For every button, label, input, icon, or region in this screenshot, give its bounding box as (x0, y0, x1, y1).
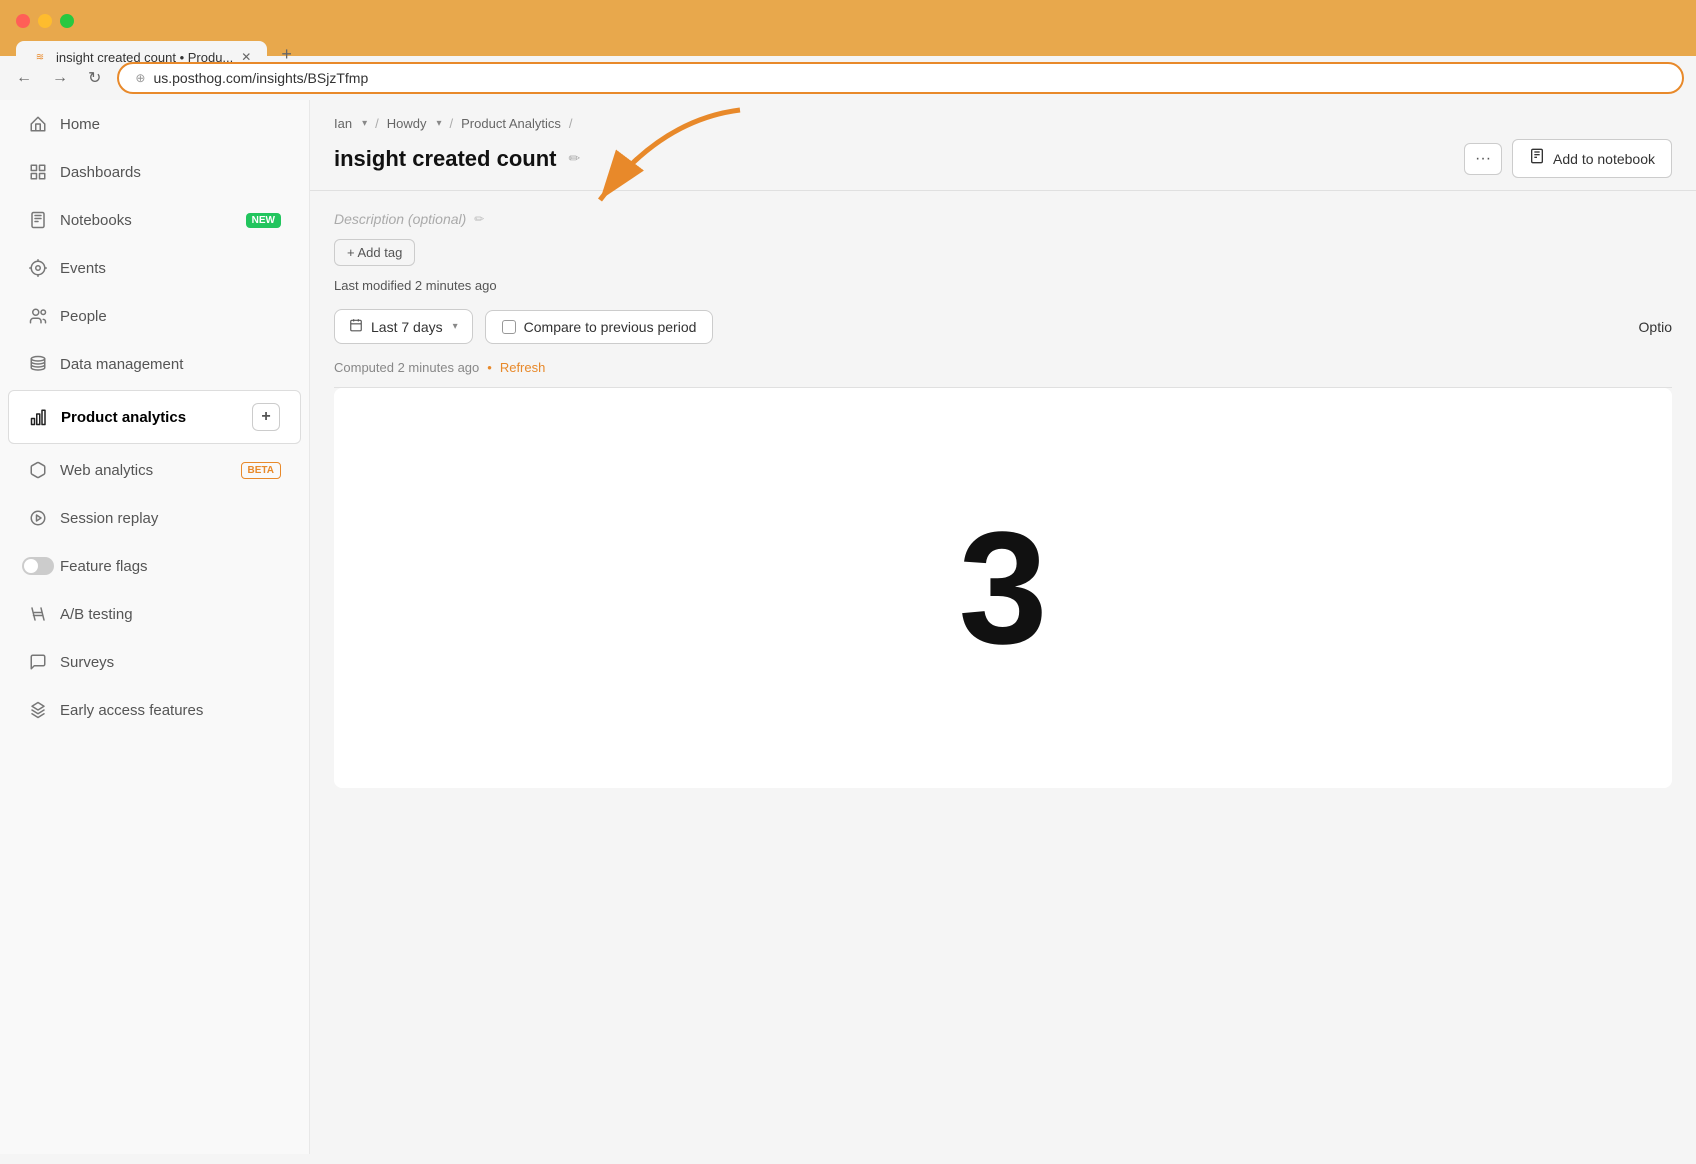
sidebar-item-product-analytics[interactable]: Product analytics + (8, 390, 301, 444)
date-range-button[interactable]: Last 7 days ▾ (334, 309, 473, 344)
back-button[interactable]: ← (12, 65, 36, 91)
sidebar-label-dashboards: Dashboards (60, 164, 141, 181)
refresh-button[interactable]: Refresh (500, 360, 546, 375)
notebooks-icon (28, 210, 48, 230)
sidebar-label-surveys: Surveys (60, 654, 114, 671)
people-icon (28, 306, 48, 326)
sidebar-item-early-access[interactable]: Early access features (8, 688, 301, 732)
sidebar-label-data-management: Data management (60, 356, 183, 373)
date-range-chevron: ▾ (453, 321, 458, 332)
sidebar-item-dashboards[interactable]: Dashboards (8, 150, 301, 194)
web-analytics-icon (28, 460, 48, 480)
compare-label: Compare to previous period (524, 319, 697, 335)
data-management-icon (28, 354, 48, 374)
traffic-light-yellow[interactable] (38, 14, 52, 28)
sidebar-item-events[interactable]: Events (8, 246, 301, 290)
sidebar-item-surveys[interactable]: Surveys (8, 640, 301, 684)
calendar-icon (349, 318, 363, 335)
sidebar-label-product-analytics: Product analytics (61, 409, 186, 426)
date-range-label: Last 7 days (371, 319, 443, 335)
sidebar-label-ab-testing: A/B testing (60, 606, 133, 623)
sidebar-label-session-replay: Session replay (60, 510, 158, 527)
big-number-value: 3 (959, 508, 1048, 668)
description-placeholder: Description (optional) (334, 211, 466, 227)
sidebar-item-session-replay[interactable]: Session replay (8, 496, 301, 540)
breadcrumb: Ian ▾ / Howdy ▾ / Product Analytics / (334, 116, 1672, 131)
sidebar-item-feature-flags[interactable]: Feature flags (8, 544, 301, 588)
sidebar-item-ab-testing[interactable]: A/B testing (8, 592, 301, 636)
breadcrumb-product-analytics[interactable]: Product Analytics (461, 116, 561, 131)
events-icon (28, 258, 48, 278)
breadcrumb-ian[interactable]: Ian (334, 116, 352, 131)
traffic-lights (16, 10, 1680, 28)
compare-period-button[interactable]: Compare to previous period (485, 310, 714, 344)
breadcrumb-sep-2: / (450, 116, 454, 131)
last-modified-text: Last modified 2 minutes ago (334, 278, 1672, 293)
page-title: insight created count (334, 146, 556, 172)
url-text: us.posthog.com/insights/BSjzTfmp (153, 70, 368, 86)
add-notebook-label: Add to notebook (1553, 151, 1655, 167)
description-row: Description (optional) ✏ (334, 211, 1672, 227)
sidebar-item-data-management[interactable]: Data management (8, 342, 301, 386)
sidebar-label-people: People (60, 308, 107, 325)
breadcrumb-sep-3: / (569, 116, 573, 131)
traffic-light-red[interactable] (16, 14, 30, 28)
sidebar-label-notebooks: Notebooks (60, 212, 132, 229)
ab-testing-icon (28, 604, 48, 624)
address-bar-lock-icon: ⊕ (135, 71, 145, 85)
breadcrumb-ian-chevron: ▾ (362, 118, 367, 129)
filter-bar: Last 7 days ▾ Compare to previous period… (334, 309, 1672, 344)
sidebar-item-web-analytics[interactable]: Web analytics BETA (8, 448, 301, 492)
toggle-icon (22, 557, 54, 575)
feature-flags-icon (28, 556, 48, 576)
sidebar-item-home[interactable]: Home (8, 102, 301, 146)
content-area: Description (optional) ✏ + Add tag Last … (310, 191, 1696, 1154)
computed-dot: • (487, 360, 492, 375)
address-bar[interactable]: ⊕ us.posthog.com/insights/BSjzTfmp (117, 62, 1684, 94)
sidebar-label-home: Home (60, 116, 100, 133)
home-icon (28, 114, 48, 134)
add-to-notebook-button[interactable]: Add to notebook (1512, 139, 1672, 178)
session-replay-icon (28, 508, 48, 528)
dashboards-icon (28, 162, 48, 182)
address-bar-row: ← → ↻ ⊕ us.posthog.com/insights/BSjzTfmp (0, 56, 1696, 100)
title-row: insight created count ✏ ··· Add to noteb… (334, 139, 1672, 178)
product-analytics-add-button[interactable]: + (252, 403, 280, 431)
sidebar-item-notebooks[interactable]: Notebooks NEW (8, 198, 301, 242)
surveys-icon (28, 652, 48, 672)
title-edit-icon[interactable]: ✏ (568, 150, 580, 167)
description-edit-icon[interactable]: ✏ (474, 212, 484, 226)
web-analytics-badge: BETA (241, 462, 281, 479)
tab-favicon-icon: ≋ (32, 49, 48, 65)
browser-chrome: ≋ insight created count • Produ... ✕ + ←… (0, 0, 1696, 100)
top-bar: Ian ▾ / Howdy ▾ / Product Analytics / in… (310, 100, 1696, 191)
title-actions: ··· Add to notebook (1464, 139, 1672, 178)
forward-button[interactable]: → (48, 65, 72, 91)
sidebar-item-people[interactable]: People (8, 294, 301, 338)
traffic-light-green[interactable] (60, 14, 74, 28)
options-label: Optio (1639, 319, 1672, 335)
sidebar-label-web-analytics: Web analytics (60, 462, 153, 479)
sidebar-label-feature-flags: Feature flags (60, 558, 148, 575)
more-options-button[interactable]: ··· (1464, 143, 1502, 175)
app-layout: Home Dashboards Notebooks NEW Events (0, 100, 1696, 1154)
sidebar: Home Dashboards Notebooks NEW Events (0, 100, 310, 1154)
chart-area: 3 (334, 388, 1672, 788)
main-content: Ian ▾ / Howdy ▾ / Product Analytics / in… (310, 100, 1696, 1154)
early-access-icon (28, 700, 48, 720)
breadcrumb-howdy-chevron: ▾ (436, 118, 441, 129)
add-tag-button[interactable]: + Add tag (334, 239, 415, 266)
notebooks-badge: NEW (246, 213, 281, 228)
computed-text: Computed 2 minutes ago (334, 360, 479, 375)
breadcrumb-sep-1: / (375, 116, 379, 131)
breadcrumb-howdy[interactable]: Howdy (387, 116, 427, 131)
compare-checkbox (502, 320, 516, 334)
sidebar-label-early-access: Early access features (60, 702, 203, 719)
sidebar-label-events: Events (60, 260, 106, 277)
notebook-icon (1529, 148, 1545, 169)
refresh-button[interactable]: ↻ (84, 64, 105, 92)
computed-bar: Computed 2 minutes ago • Refresh (334, 360, 1672, 388)
product-analytics-icon (29, 407, 49, 427)
